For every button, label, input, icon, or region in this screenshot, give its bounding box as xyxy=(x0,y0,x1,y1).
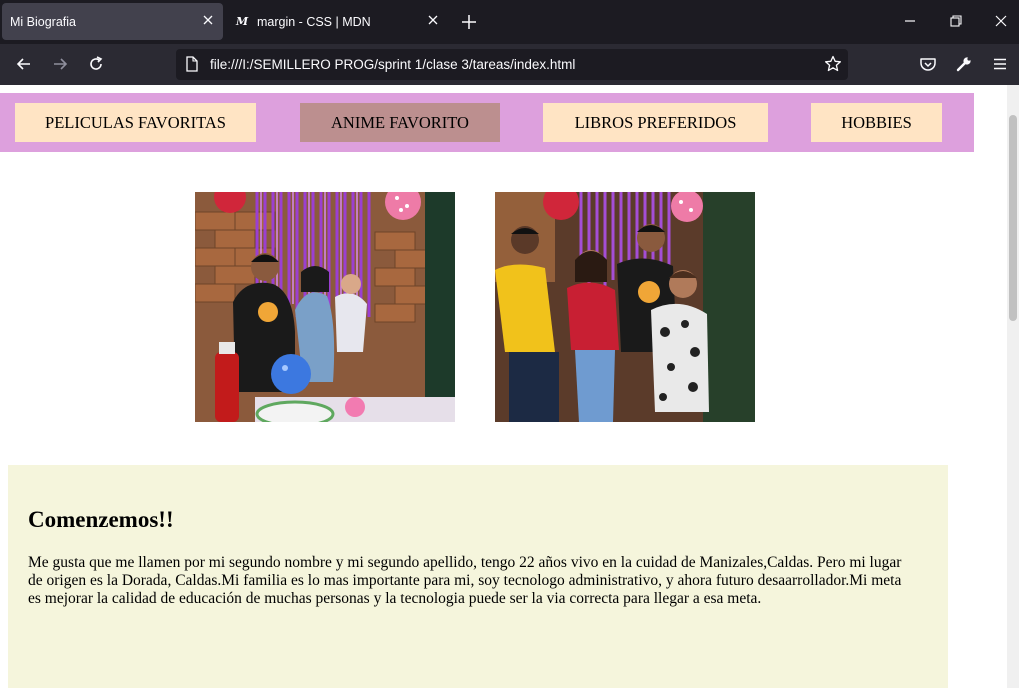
bio-section: Comenzemos!! Me gusta que me llamen por … xyxy=(8,465,948,688)
menu-hamburger-icon[interactable] xyxy=(991,55,1009,73)
navigation-toolbar: file:///I:/SEMILLERO PROG/sprint 1/clase… xyxy=(0,44,1019,85)
tab-title: Mi Biografia xyxy=(10,15,76,29)
reload-icon[interactable] xyxy=(87,55,105,73)
url-text: file:///I:/SEMILLERO PROG/sprint 1/clase… xyxy=(210,57,576,72)
bio-title: Comenzemos!! xyxy=(28,507,174,532)
close-tab-icon[interactable] xyxy=(201,13,215,27)
url-bar[interactable]: file:///I:/SEMILLERO PROG/sprint 1/clase… xyxy=(176,49,848,80)
page-nav: PELICULAS FAVORITAS ANIME FAVORITO LIBRO… xyxy=(0,93,974,152)
tab-bar: Mi Biografia M margin - CSS | MDN xyxy=(0,0,1019,44)
new-tab-plus-icon[interactable] xyxy=(460,13,478,31)
mdn-favicon-icon: M xyxy=(236,15,249,28)
tab-margin-mdn[interactable]: M margin - CSS | MDN xyxy=(226,3,448,40)
nav-peliculas-favoritas[interactable]: PELICULAS FAVORITAS xyxy=(15,103,256,142)
forward-arrow-icon[interactable] xyxy=(51,55,69,73)
vertical-scrollbar[interactable] xyxy=(1007,85,1019,688)
bio-paragraph: Me gusta que me llamen por mi segundo no… xyxy=(28,554,902,607)
tab-mi-biografia[interactable]: Mi Biografia xyxy=(2,3,223,40)
bookmark-star-icon[interactable] xyxy=(824,55,842,73)
scrollbar-thumb[interactable] xyxy=(1009,115,1017,321)
minimize-icon[interactable] xyxy=(902,13,918,29)
wrench-icon[interactable] xyxy=(955,55,973,73)
nav-anime-favorito[interactable]: ANIME FAVORITO xyxy=(300,103,500,142)
back-arrow-icon[interactable] xyxy=(15,55,33,73)
page-viewport: PELICULAS FAVORITAS ANIME FAVORITO LIBRO… xyxy=(0,85,1019,688)
close-tab-icon[interactable] xyxy=(426,13,440,27)
pocket-icon[interactable] xyxy=(919,55,937,73)
close-window-icon[interactable] xyxy=(993,13,1009,29)
nav-hobbies[interactable]: HOBBIES xyxy=(811,103,942,142)
family-photo-2 xyxy=(495,192,755,422)
nav-libros-preferidos[interactable]: LIBROS PREFERIDOS xyxy=(543,103,768,142)
page-icon xyxy=(186,56,198,72)
family-photo-1 xyxy=(195,192,455,422)
tab-title: margin - CSS | MDN xyxy=(257,15,371,29)
restore-icon[interactable] xyxy=(948,13,964,29)
